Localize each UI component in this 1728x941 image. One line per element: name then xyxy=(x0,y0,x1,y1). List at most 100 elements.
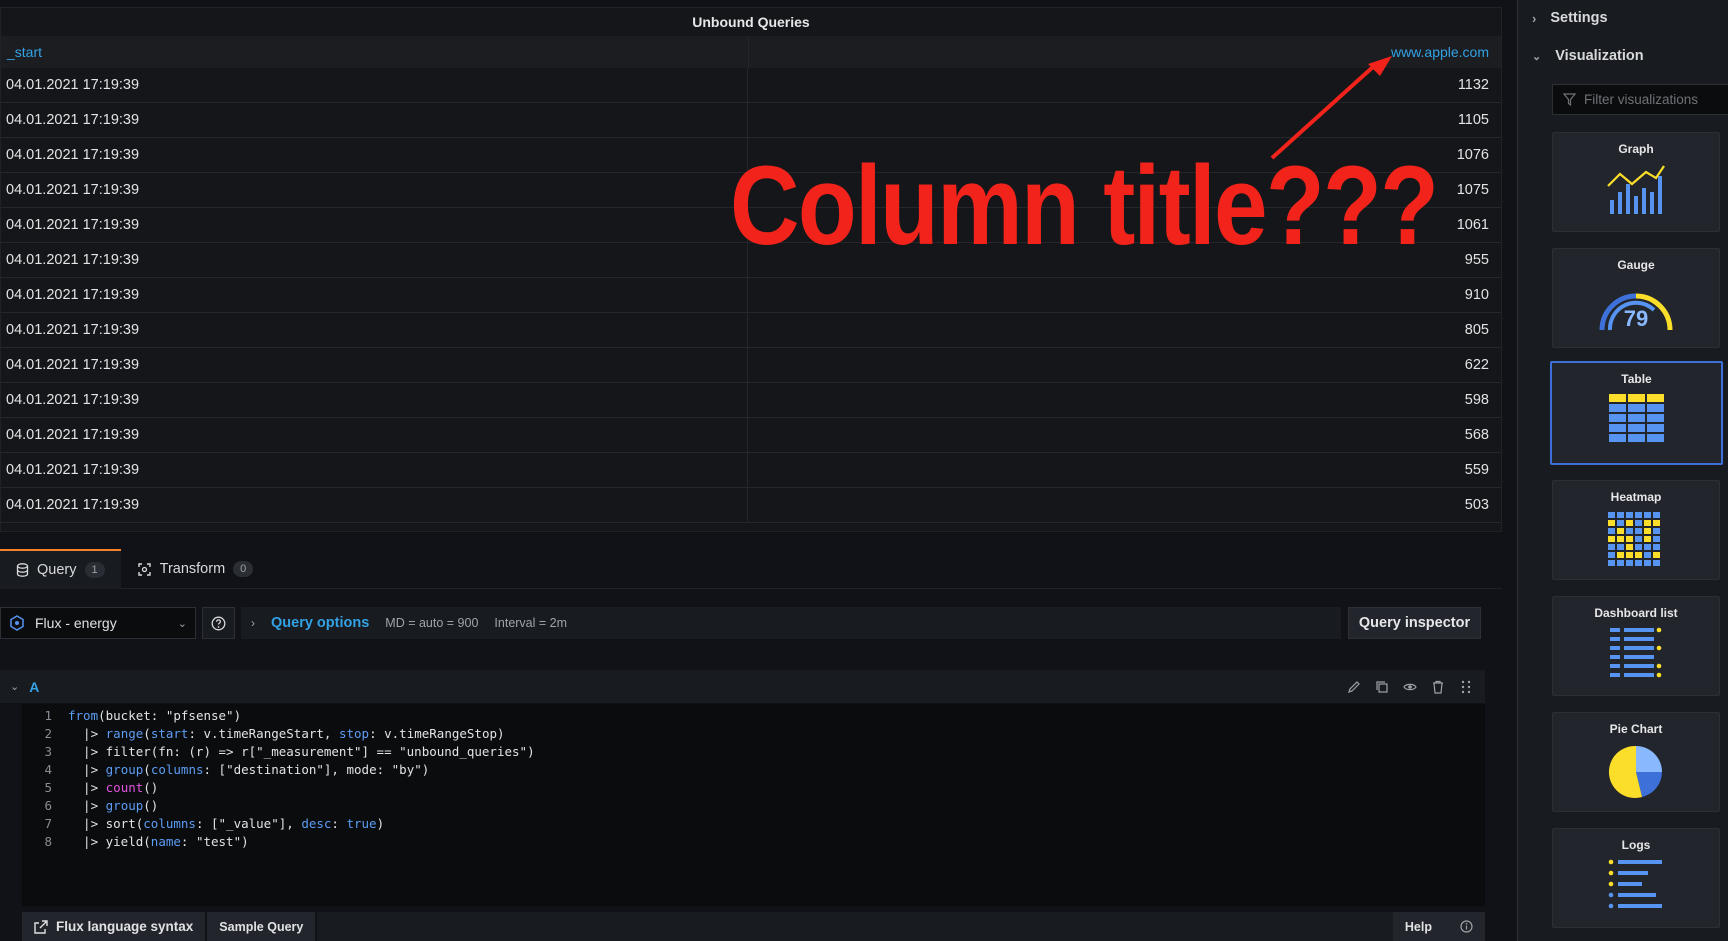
heatmap-cell xyxy=(1608,544,1615,550)
table-row: 04.01.2021 17:19:39 1105 xyxy=(1,103,1501,138)
cell-value: 1105 xyxy=(747,103,1501,137)
query-row-header[interactable]: ⌄ A xyxy=(0,670,1485,703)
help-label: Help xyxy=(1404,919,1432,934)
trash-icon[interactable] xyxy=(1431,680,1445,694)
code-token: columns xyxy=(143,816,196,831)
table-row: 04.01.2021 17:19:39 503 xyxy=(1,488,1501,523)
code-token: () xyxy=(143,780,159,795)
drag-handle-icon[interactable] xyxy=(1459,680,1473,694)
cell-value: 559 xyxy=(747,453,1501,487)
code-token: from xyxy=(68,708,99,723)
viz-card-pie-chart[interactable]: Pie Chart xyxy=(1552,712,1720,812)
heatmap-cell xyxy=(1608,552,1615,558)
table-body: 04.01.2021 17:19:39 1132 04.01.2021 17:19:… xyxy=(1,68,1501,523)
heatmap-cell xyxy=(1617,528,1624,534)
code-token: |> filter(fn: (r) => r["_measurement"] =… xyxy=(68,744,535,759)
viz-card-label: Pie Chart xyxy=(1609,722,1663,736)
code-line: 7 |> sort(columns: ["_value"], desc: tru… xyxy=(22,815,1485,833)
code-text: from(bucket: "pfsense") xyxy=(52,707,241,725)
viz-card-graph[interactable]: Graph xyxy=(1552,132,1720,232)
heatmap-cell xyxy=(1626,552,1633,558)
code-line: 6 |> group() xyxy=(22,797,1485,815)
gauge-value: 79 xyxy=(1624,306,1648,331)
code-token: |> xyxy=(68,780,106,795)
cell-start: 04.01.2021 17:19:39 xyxy=(6,392,140,408)
line-number: 2 xyxy=(44,726,52,741)
heatmap-cell xyxy=(1653,520,1660,526)
column-header-start[interactable]: _start xyxy=(1,36,748,68)
heatmap-cell xyxy=(1635,552,1642,558)
sample-query-button[interactable]: Sample Query xyxy=(207,912,318,941)
visualization-label: Visualization xyxy=(1555,48,1644,64)
tab-transform[interactable]: Transform 0 xyxy=(121,549,270,589)
heatmap-cell xyxy=(1644,520,1651,526)
code-text: |> range(start: v.timeRangeStart, stop: … xyxy=(52,725,505,743)
query-ref-id: A xyxy=(29,678,40,695)
viz-card-logs[interactable]: Logs xyxy=(1552,828,1720,928)
heatmap-cell xyxy=(1626,512,1633,518)
code-text: |> count() xyxy=(52,779,158,797)
flux-code-editor[interactable]: 1 from(bucket: "pfsense") 2 |> range(start… xyxy=(22,704,1485,906)
heatmap-cell xyxy=(1644,552,1651,558)
settings-section[interactable]: › Settings xyxy=(1532,10,1608,26)
edit-icon[interactable] xyxy=(1347,680,1361,694)
code-token: : "test") xyxy=(180,834,249,849)
cell-value: 805 xyxy=(747,313,1501,347)
heatmap-cell xyxy=(1653,552,1660,558)
heatmap-cell xyxy=(1635,560,1642,566)
eye-icon[interactable] xyxy=(1403,680,1417,694)
options-sidebar: › Settings ⌄ Visualization Filter visual… xyxy=(1517,0,1728,941)
tab-transform-label: Transform xyxy=(159,561,226,577)
footer-spacer xyxy=(317,912,1393,941)
duplicate-icon[interactable] xyxy=(1375,680,1389,694)
visualization-section[interactable]: ⌄ Visualization xyxy=(1532,48,1644,64)
table-row: 04.01.2021 17:19:39 1132 xyxy=(1,68,1501,103)
tab-transform-count: 0 xyxy=(233,561,254,577)
cell-start: 04.01.2021 17:19:39 xyxy=(6,217,140,233)
filter-icon xyxy=(1563,93,1576,106)
code-token: : ["destination"], mode: "by") xyxy=(203,762,430,777)
heatmap-cell xyxy=(1644,536,1651,542)
line-number: 1 xyxy=(44,708,52,723)
heatmap-cell xyxy=(1653,544,1660,550)
code-token: columns xyxy=(150,762,204,777)
cell-start: 04.01.2021 17:19:39 xyxy=(6,462,140,478)
table-icon xyxy=(1608,394,1664,442)
dashboard-list-icon xyxy=(1610,627,1662,678)
code-token: ) xyxy=(376,816,385,831)
heatmap-cell xyxy=(1635,528,1642,534)
query-inspector-button[interactable]: Query inspector xyxy=(1348,607,1481,639)
chevron-down-icon: ⌄ xyxy=(1532,50,1542,63)
code-token: ( xyxy=(143,726,151,741)
chevron-down-icon: ⌄ xyxy=(177,617,187,630)
help-button[interactable]: Help xyxy=(1392,912,1485,941)
heatmap-cell xyxy=(1635,544,1642,550)
datasource-select[interactable]: Flux - energy ⌄ xyxy=(0,607,196,639)
code-token: |> xyxy=(68,726,106,741)
tab-query[interactable]: Query 1 xyxy=(0,549,121,589)
flux-syntax-label: Flux language syntax xyxy=(56,919,194,934)
code-token: count xyxy=(105,780,144,795)
filter-visualizations-input[interactable]: Filter visualizations xyxy=(1552,84,1728,115)
code-token: : ["_value"], xyxy=(195,816,302,831)
code-token: name xyxy=(150,834,181,849)
query-options[interactable]: › Query options MD = auto = 900 Interval… xyxy=(241,607,1341,639)
code-text: |> group() xyxy=(52,797,158,815)
collapse-chevron-icon[interactable]: ⌄ xyxy=(10,680,19,693)
cell-value: 598 xyxy=(747,383,1501,417)
panel-title[interactable]: Unbound Queries xyxy=(1,8,1501,36)
table-row: 04.01.2021 17:19:39 622 xyxy=(1,348,1501,383)
datasource-help-button[interactable] xyxy=(202,607,235,639)
column-header-value[interactable]: www.apple.com xyxy=(747,36,1502,68)
viz-card-table[interactable]: Table xyxy=(1550,361,1723,465)
viz-card-dashboard-list[interactable]: Dashboard list xyxy=(1552,596,1720,696)
viz-card-gauge[interactable]: Gauge 79 xyxy=(1552,248,1720,348)
heatmap-cell xyxy=(1626,520,1633,526)
code-token: start xyxy=(150,726,189,741)
viz-card-heatmap[interactable]: Heatmap xyxy=(1552,480,1720,580)
cell-start: 04.01.2021 17:19:39 xyxy=(6,287,140,303)
cell-value: 1132 xyxy=(747,68,1501,102)
heatmap-cell xyxy=(1644,544,1651,550)
flux-syntax-link[interactable]: Flux language syntax xyxy=(22,912,208,941)
line-number: 8 xyxy=(44,834,52,849)
